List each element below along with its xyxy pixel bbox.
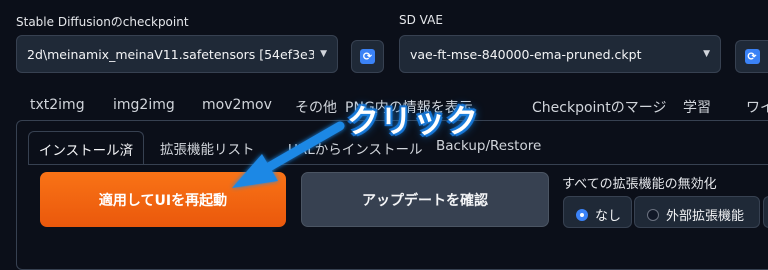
click-callout: クリック [347, 102, 480, 140]
